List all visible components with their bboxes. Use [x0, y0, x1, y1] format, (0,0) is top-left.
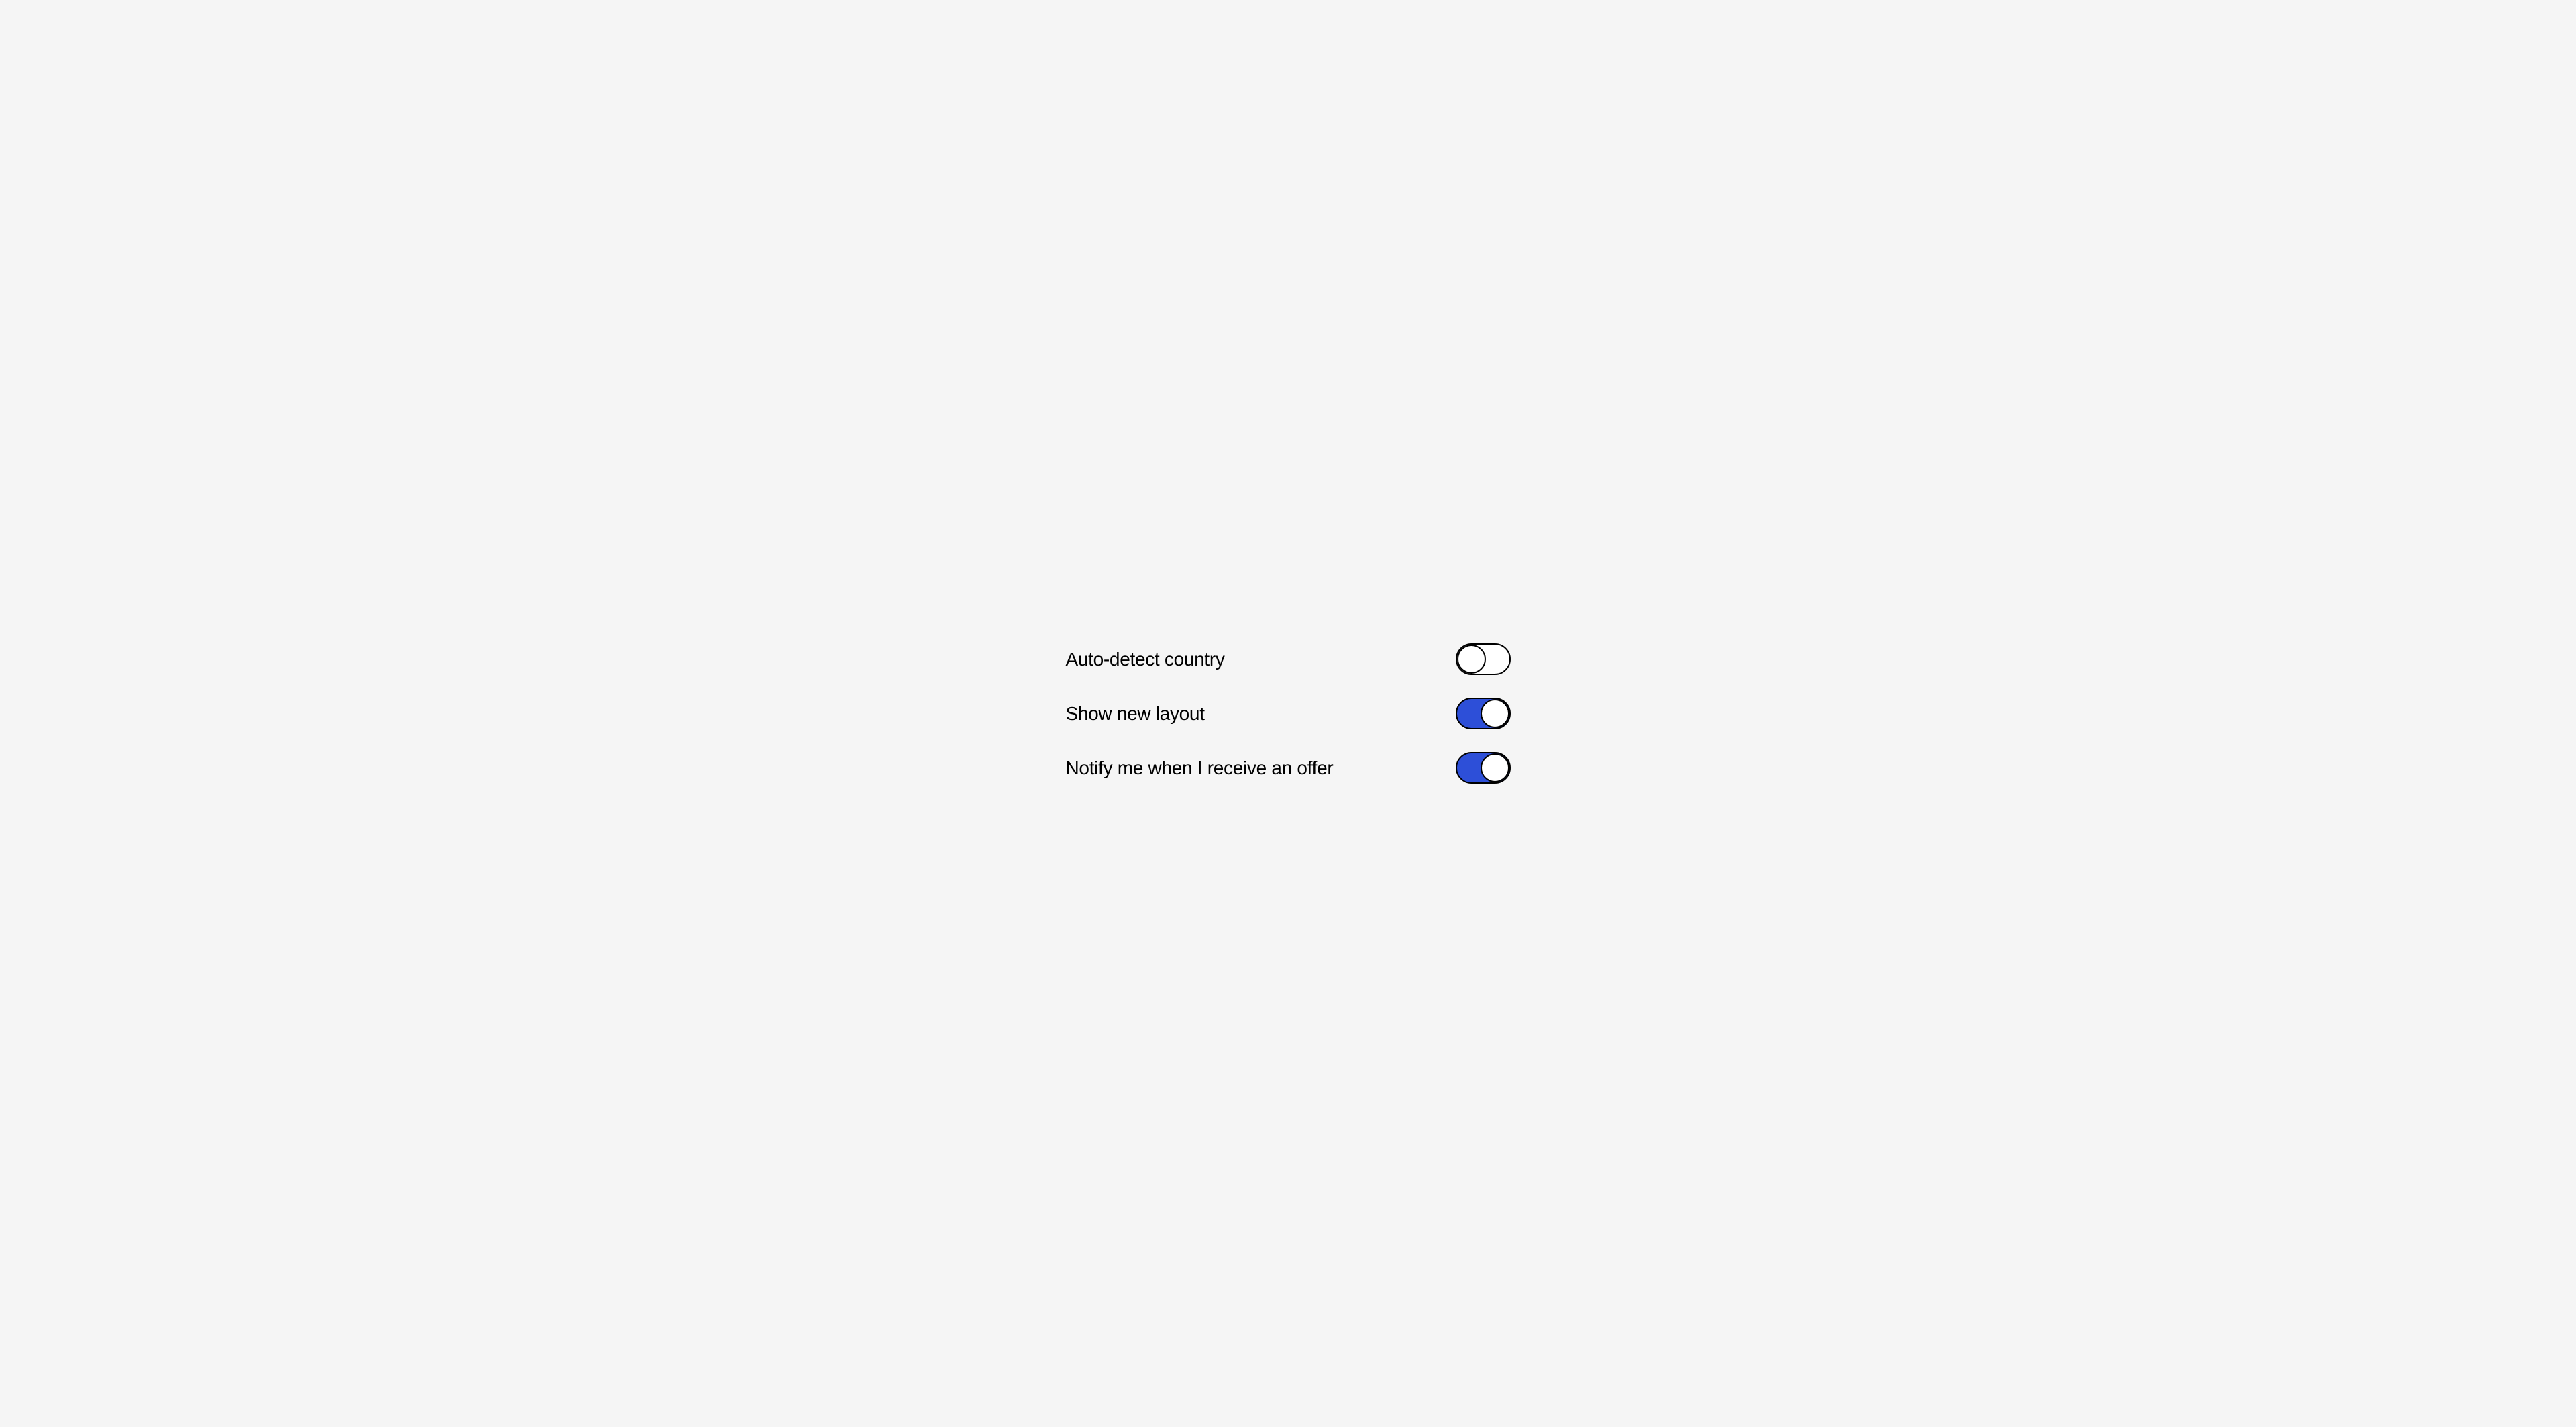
toggle-knob-icon [1457, 645, 1486, 674]
setting-label-new-layout: Show new layout [1066, 703, 1205, 725]
toggle-knob-icon [1481, 753, 1509, 782]
setting-row-new-layout: Show new layout [1066, 698, 1511, 729]
setting-label-notify-offer: Notify me when I receive an offer [1066, 757, 1334, 779]
toggle-auto-detect-country[interactable] [1456, 643, 1511, 675]
setting-row-auto-detect: Auto-detect country [1066, 643, 1511, 675]
toggle-knob-icon [1481, 699, 1509, 728]
setting-label-auto-detect: Auto-detect country [1066, 649, 1225, 670]
toggle-notify-offer[interactable] [1456, 752, 1511, 784]
toggle-show-new-layout[interactable] [1456, 698, 1511, 729]
setting-row-notify-offer: Notify me when I receive an offer [1066, 752, 1511, 784]
settings-list: Auto-detect country Show new layout Noti… [1066, 643, 1511, 784]
